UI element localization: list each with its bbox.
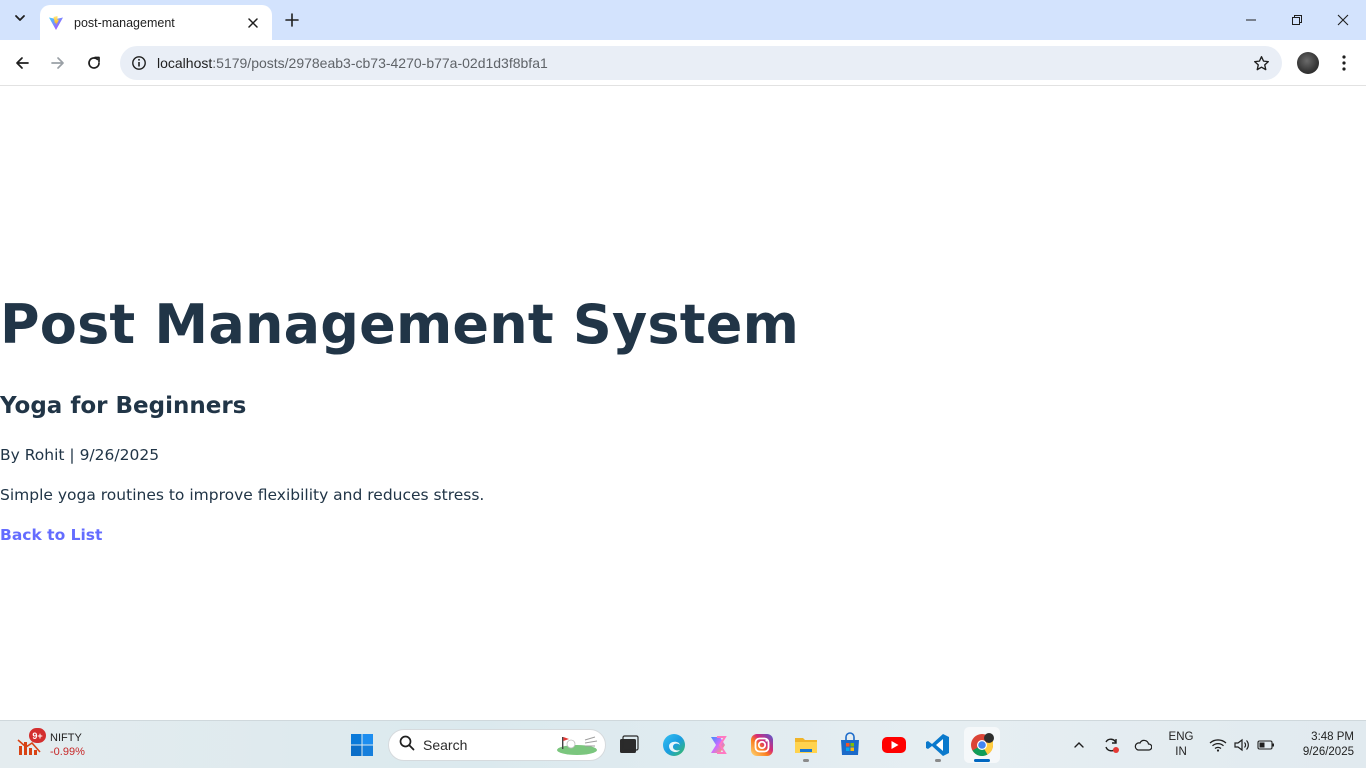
volume-icon[interactable] [1232,721,1252,769]
vscode-icon[interactable] [920,727,956,763]
post-body: Simple yoga routines to improve flexibil… [0,486,485,504]
back-icon[interactable] [8,49,36,77]
reload-icon[interactable] [80,49,108,77]
search-highlight-art [555,734,599,756]
system-clock[interactable]: 3:48 PM 9/26/2025 [1284,730,1354,760]
taskbar-search[interactable]: Search [388,729,606,761]
language-line2: IN [1175,746,1187,758]
widget-name: NIFTY [50,732,82,744]
taskbar: 9+ NIFTY -0.99% Search ENG IN 3:48 PM 9/… [0,720,1366,768]
clock-time: 3:48 PM [1311,731,1354,743]
search-placeholder: Search [423,737,468,753]
active-tab[interactable]: post-management [40,5,272,40]
clock-date: 9/26/2025 [1302,746,1354,758]
profile-avatar[interactable] [1297,52,1319,74]
tab-strip: post-management [0,0,1366,40]
battery-icon[interactable] [1256,721,1276,769]
running-indicator [935,759,941,762]
task-view-icon[interactable] [611,727,647,763]
bookmark-star-icon[interactable] [1250,52,1272,74]
tab-search-icon [14,11,26,29]
post-meta: By Rohit | 9/26/2025 [0,446,160,464]
youtube-icon[interactable] [876,727,912,763]
edge-icon[interactable] [656,727,692,763]
browser-toolbar: localhost:5179/posts/2978eab3-cb73-4270-… [0,40,1366,86]
url-host: localhost [157,55,213,71]
active-indicator [974,759,990,762]
language-indicator[interactable]: ENG IN [1166,730,1196,760]
post-title: Yoga for Beginners [0,393,247,419]
page-title: Post Management System [0,293,800,356]
file-explorer-icon[interactable] [788,727,824,763]
tab-search-button[interactable] [6,6,34,34]
search-icon [399,735,415,756]
more-menu-icon[interactable] [1332,49,1356,77]
widget-value: -0.99% [50,746,85,758]
wifi-icon[interactable] [1208,721,1228,769]
back-to-list-link[interactable]: Back to List [0,524,102,546]
url-path: :5179/posts/2978eab3-cb73-4270-b77a-02d1… [212,55,548,71]
restore-icon[interactable] [1274,0,1320,40]
chrome-icon[interactable] [964,727,1000,763]
address-bar[interactable]: localhost:5179/posts/2978eab3-cb73-4270-… [120,46,1282,80]
url-text: localhost:5179/posts/2978eab3-cb73-4270-… [157,55,548,71]
tab-title: post-management [74,15,175,30]
new-tab-icon[interactable] [280,8,304,32]
site-info-icon[interactable] [122,46,156,80]
chart-icon: 9+ [14,728,46,760]
chevron-up-icon[interactable] [1068,721,1090,769]
forward-icon[interactable] [44,49,72,77]
close-window-icon[interactable] [1320,0,1366,40]
onedrive-icon[interactable] [1132,721,1154,769]
store-icon[interactable] [832,727,868,763]
vite-favicon-icon [48,15,64,31]
widget-badge: 9+ [29,728,46,743]
tab-close-icon[interactable] [244,14,262,32]
sync-icon[interactable] [1100,721,1122,769]
running-indicator [803,759,809,762]
instagram-icon[interactable] [744,727,780,763]
stock-widget[interactable]: 9+ NIFTY -0.99% [14,727,134,763]
copilot-icon[interactable] [700,727,736,763]
page-content: Post Management System Yoga for Beginner… [0,87,1366,720]
language-line1: ENG [1168,731,1194,743]
windows-start-icon[interactable] [344,727,380,763]
minimize-icon[interactable] [1228,0,1274,40]
